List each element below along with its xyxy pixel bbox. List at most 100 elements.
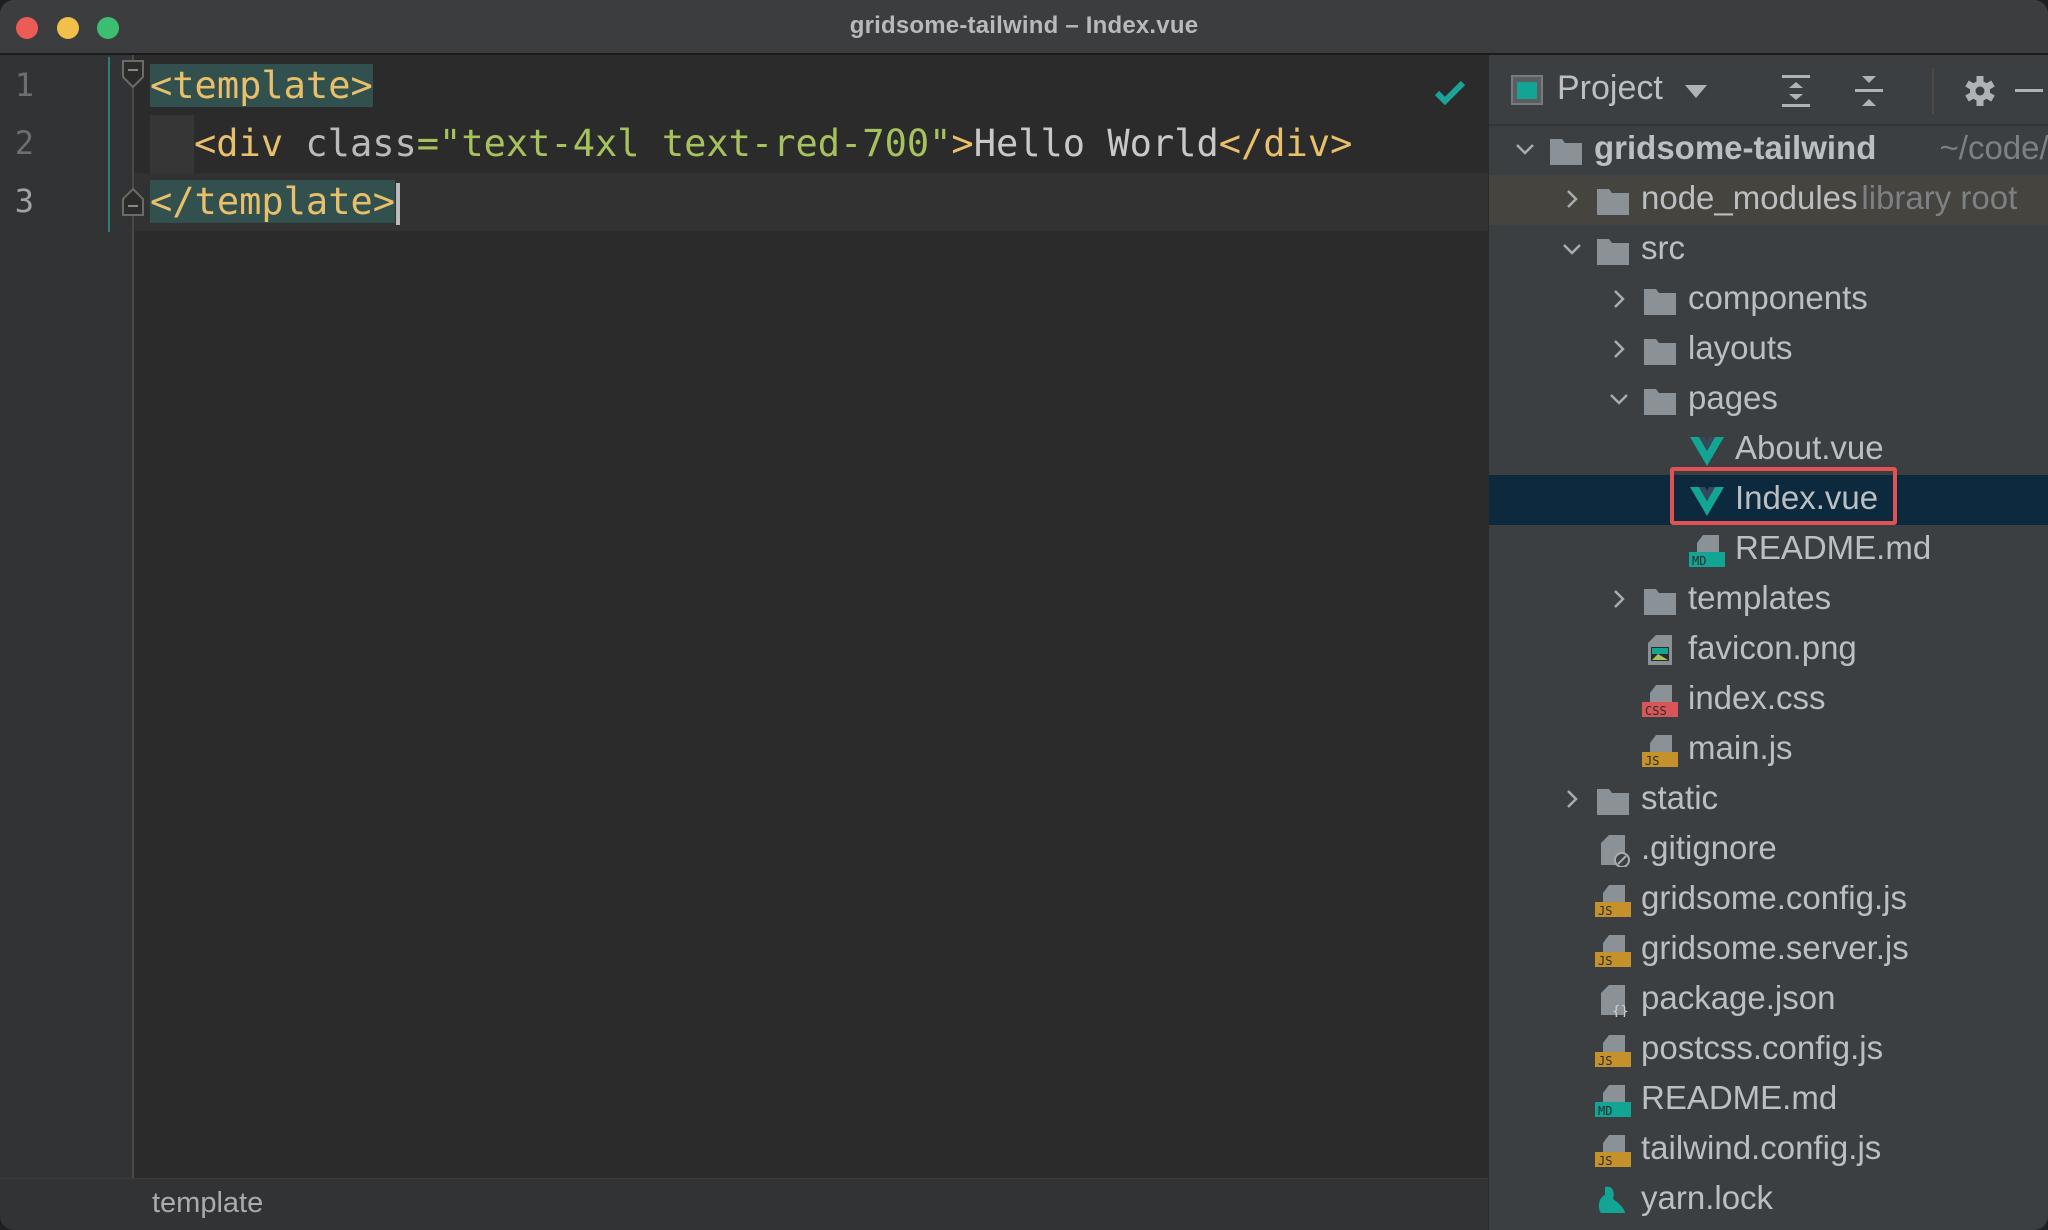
svg-text:JS: JS bbox=[1645, 754, 1659, 767]
tree-item-index-css[interactable]: CSS index.css bbox=[1489, 675, 2048, 725]
svg-text:JS: JS bbox=[1598, 954, 1612, 967]
tree-item-yarn-lock[interactable]: yarn.lock bbox=[1489, 1175, 2048, 1225]
tree-item-label: static bbox=[1641, 779, 1719, 816]
highlight-annotation-box bbox=[1670, 467, 1897, 525]
line-number: 3 bbox=[14, 182, 34, 220]
project-view-selector[interactable]: Project bbox=[1557, 69, 1663, 108]
tree-item-label: src bbox=[1641, 229, 1685, 266]
expand-all-icon[interactable] bbox=[1780, 73, 1812, 109]
tree-item-layouts[interactable]: layouts bbox=[1489, 325, 2048, 375]
tree-item-readme-md[interactable]: MD README.md bbox=[1489, 525, 2048, 575]
tree-item-label: node_modules bbox=[1641, 179, 1858, 216]
gear-icon[interactable] bbox=[1964, 73, 1996, 109]
tree-item-node-modules[interactable]: node_modules library root bbox=[1489, 175, 2048, 225]
svg-text:JS: JS bbox=[1598, 1054, 1612, 1067]
chevron-right-icon[interactable] bbox=[1561, 188, 1583, 210]
project-view-icon bbox=[1511, 75, 1543, 105]
tree-item-main-js[interactable]: JS main.js bbox=[1489, 725, 2048, 775]
tree-item-static[interactable]: static bbox=[1489, 775, 2048, 825]
svg-text:MD: MD bbox=[1598, 1104, 1612, 1117]
tree-item-postcss-config-js[interactable]: JS postcss.config.js bbox=[1489, 1025, 2048, 1075]
json-file-icon: {} bbox=[1601, 985, 1629, 1017]
gitignore-file-icon bbox=[1601, 835, 1630, 867]
vue-file-icon bbox=[1690, 437, 1724, 466]
svg-text:MD: MD bbox=[1692, 554, 1706, 567]
tree-item-gridsome-config-js[interactable]: JS gridsome.config.js bbox=[1489, 875, 2048, 925]
code-editor[interactable]: 1 2 3 <template> <div class="text-4xl te… bbox=[0, 55, 1488, 1178]
tree-item-favicon-png[interactable]: favicon.png bbox=[1489, 625, 2048, 675]
tree-item-label: templates bbox=[1688, 579, 1832, 616]
chevron-down-icon[interactable] bbox=[1608, 388, 1630, 410]
tree-item-label: main.js bbox=[1688, 729, 1793, 766]
hide-panel-icon[interactable] bbox=[2013, 73, 2045, 109]
tree-item-pages[interactable]: pages bbox=[1489, 375, 2048, 425]
tree-item-readme-md[interactable]: MD README.md bbox=[1489, 1075, 2048, 1125]
tree-item-label: favicon.png bbox=[1688, 629, 1857, 666]
code-line-2[interactable]: <div class="text-4xl text-red-700">Hello… bbox=[150, 115, 1352, 173]
tree-item-label: index.css bbox=[1688, 679, 1826, 716]
folder-icon bbox=[1644, 389, 1676, 415]
breadcrumb-bar: template bbox=[0, 1178, 1488, 1230]
tree-item-label: package.json bbox=[1641, 979, 1836, 1016]
code-token: ="text-4xl text-red-700" bbox=[416, 122, 952, 165]
js-file-icon: JS bbox=[1595, 1035, 1631, 1067]
svg-text:CSS: CSS bbox=[1645, 704, 1667, 717]
chevron-down-icon[interactable] bbox=[1514, 138, 1536, 160]
tree-item-label: gridsome.server.js bbox=[1641, 929, 1909, 966]
tree-item-gitignore[interactable]: .gitignore bbox=[1489, 825, 2048, 875]
fold-collapse-icon[interactable] bbox=[121, 59, 145, 89]
check-icon[interactable] bbox=[1434, 79, 1466, 105]
ide-window: gridsome-tailwind – Index.vue 1 2 3 <tem… bbox=[0, 0, 2048, 1230]
svg-text:JS: JS bbox=[1598, 1154, 1612, 1167]
markdown-file-icon: MD bbox=[1689, 535, 1725, 567]
svg-text:{}: {} bbox=[1612, 1004, 1629, 1017]
tree-item-templates[interactable]: templates bbox=[1489, 575, 2048, 625]
vcs-change-marker[interactable] bbox=[108, 57, 110, 232]
js-file-icon: JS bbox=[1595, 1135, 1631, 1167]
line-number: 1 bbox=[14, 66, 34, 104]
chevron-right-icon[interactable] bbox=[1561, 788, 1583, 810]
js-file-icon: JS bbox=[1595, 885, 1631, 917]
tree-item-label: README.md bbox=[1735, 529, 1932, 566]
chevron-right-icon[interactable] bbox=[1608, 588, 1630, 610]
code-token: </div> bbox=[1218, 122, 1353, 165]
project-panel: Project gridsome-tailwind ~/code/ node_m… bbox=[1488, 55, 2048, 1230]
tree-item-components[interactable]: components bbox=[1489, 275, 2048, 325]
chevron-down-icon[interactable] bbox=[1685, 85, 1707, 98]
tree-item-index-vue[interactable]: Index.vue bbox=[1489, 467, 2048, 525]
editor-gutter[interactable]: 1 2 3 bbox=[0, 55, 133, 1178]
code-token: class bbox=[305, 122, 417, 165]
tree-item-tailwind-config-js[interactable]: JS tailwind.config.js bbox=[1489, 1125, 2048, 1175]
breadcrumb-item[interactable]: template bbox=[152, 1187, 263, 1220]
tree-item-label: postcss.config.js bbox=[1641, 1029, 1884, 1066]
yarn-icon bbox=[1598, 1186, 1625, 1213]
folder-icon bbox=[1550, 139, 1582, 165]
folder-icon bbox=[1597, 189, 1629, 215]
folder-icon bbox=[1644, 339, 1676, 365]
code-line-1[interactable]: <template> bbox=[150, 57, 373, 115]
svg-text:JS: JS bbox=[1598, 904, 1612, 917]
folder-icon bbox=[1597, 789, 1629, 815]
tree-item-hint: ~/code/g bbox=[1939, 129, 2048, 166]
tree-item-gridsome-server-js[interactable]: JS gridsome.server.js bbox=[1489, 925, 2048, 975]
folder-icon bbox=[1644, 589, 1676, 615]
chevron-right-icon[interactable] bbox=[1608, 288, 1630, 310]
code-token: <template> bbox=[150, 64, 373, 107]
chevron-right-icon[interactable] bbox=[1608, 338, 1630, 360]
js-file-icon: JS bbox=[1595, 935, 1631, 967]
tree-item-label: .gitignore bbox=[1641, 829, 1777, 866]
tree-item-src[interactable]: src bbox=[1489, 225, 2048, 275]
folder-icon bbox=[1644, 289, 1676, 315]
collapse-all-icon[interactable] bbox=[1853, 73, 1885, 109]
tree-item-gridsome-tailwind[interactable]: gridsome-tailwind ~/code/g bbox=[1489, 125, 2048, 175]
tree-item-label: yarn.lock bbox=[1641, 1179, 1774, 1216]
tree-item-package-json[interactable]: {} package.json bbox=[1489, 975, 2048, 1025]
code-line-3[interactable]: </template> bbox=[150, 173, 401, 231]
tree-item-label: components bbox=[1688, 279, 1868, 316]
project-panel-header: Project bbox=[1489, 55, 2048, 126]
chevron-down-icon[interactable] bbox=[1561, 238, 1583, 260]
code-token: </template> bbox=[150, 180, 396, 223]
tree-item-label: gridsome.config.js bbox=[1641, 879, 1907, 916]
fold-end-icon[interactable] bbox=[121, 187, 145, 217]
tree-item-label: README.md bbox=[1641, 1079, 1838, 1116]
